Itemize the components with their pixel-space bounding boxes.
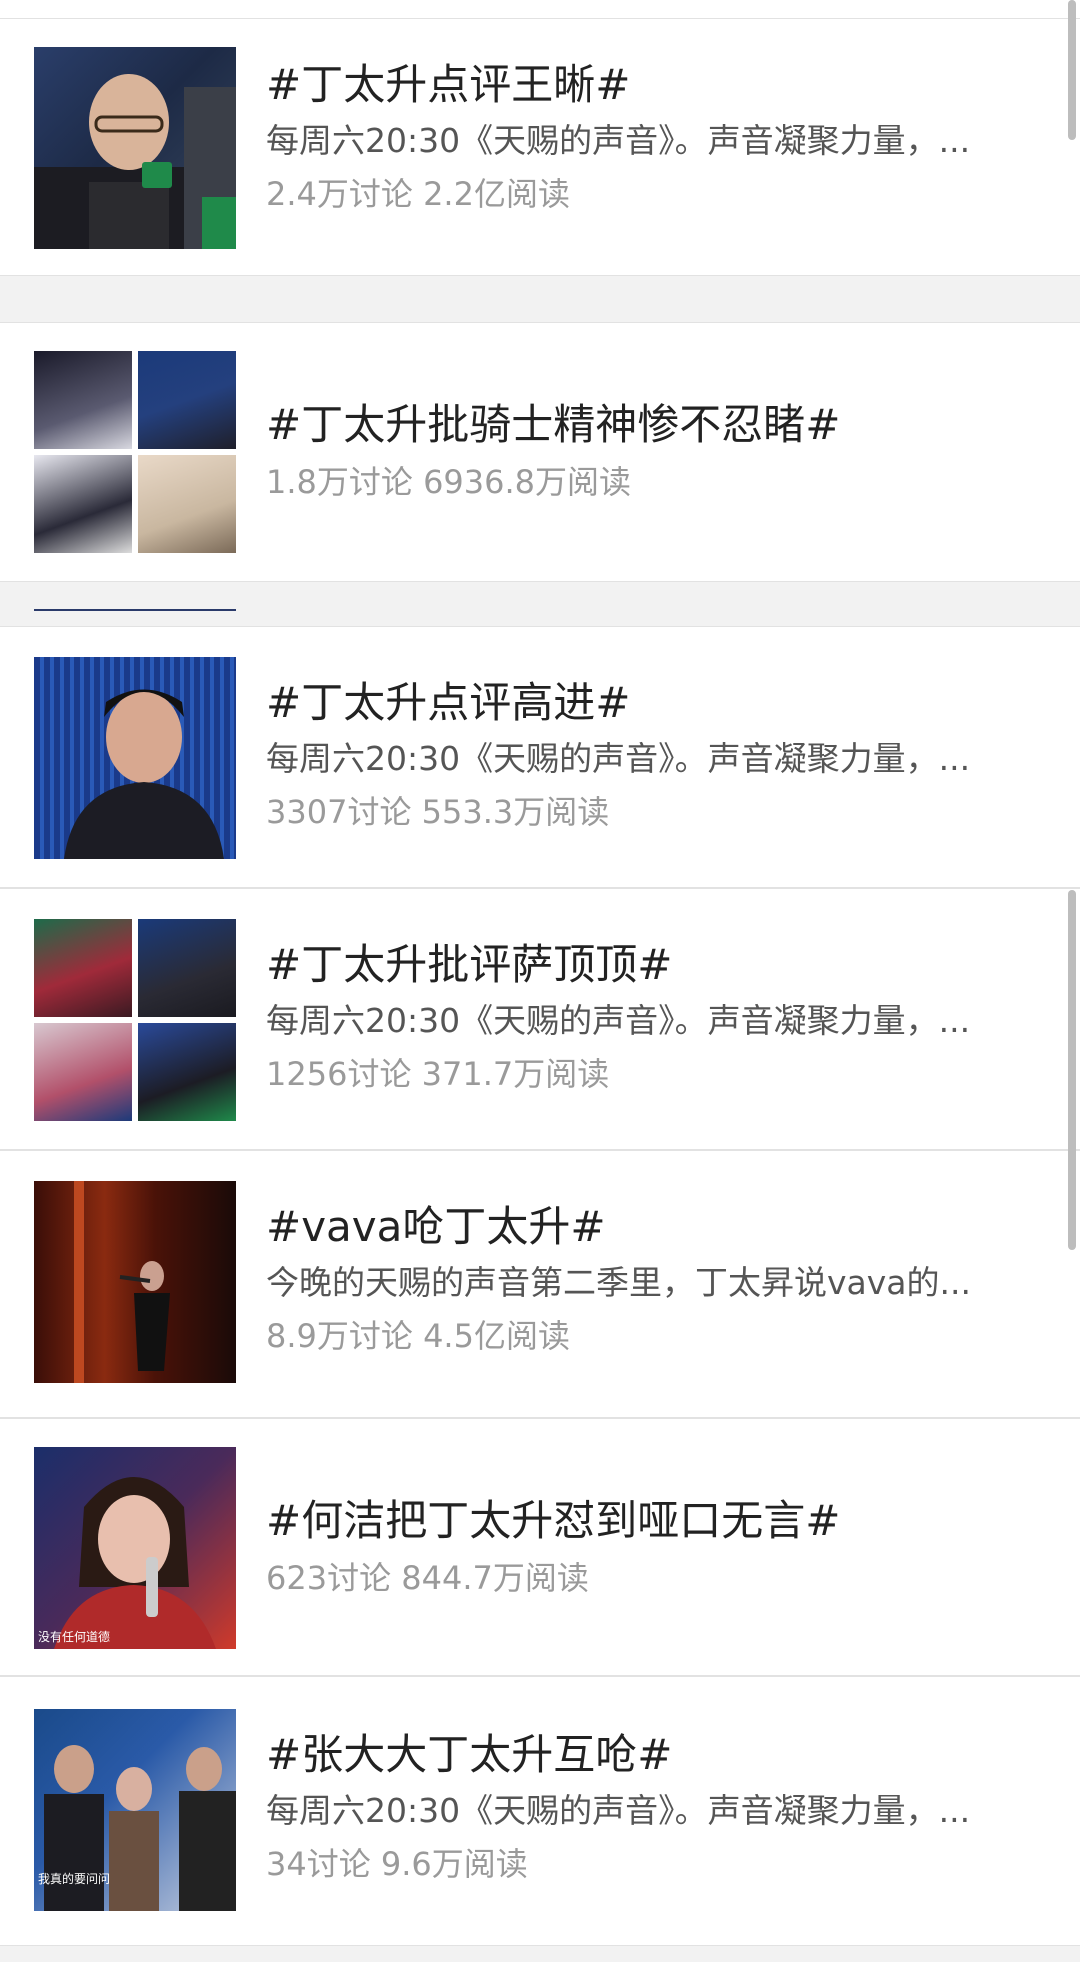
topic-thumbnail: 没有任何道德 — [34, 1447, 236, 1649]
topic-title: #丁太升点评高进# — [266, 678, 631, 727]
topic-description: 今晚的天赐的声音第二季里，丁太昇说vava的... — [266, 1263, 971, 1302]
thumbnail-caption: 没有任何道德 — [38, 1630, 111, 1644]
topic-thumbnail — [34, 657, 236, 859]
topic-thumbnail-grid — [34, 351, 236, 553]
topic-thumbnail-grid — [34, 919, 236, 1121]
topic-stats: 34讨论 9.6万阅读 — [266, 1845, 528, 1883]
top-divider — [0, 0, 1080, 19]
topic-item[interactable]: #丁太升批评萨顶顶# 每周六20:30《天赐的声音》。声音凝聚力量，... 12… — [0, 888, 1080, 1150]
topic-stats: 623讨论 844.7万阅读 — [266, 1559, 589, 1597]
topic-stats: 3307讨论 553.3万阅读 — [266, 793, 610, 831]
topic-item[interactable]: #丁太升批骑士精神惨不忍睹# 1.8万讨论 6936.8万阅读 — [0, 322, 1080, 582]
topic-item[interactable]: #vava呛丁太升# 今晚的天赐的声音第二季里，丁太昇说vava的... 8.9… — [0, 1150, 1080, 1418]
scrollbar-thumb-top[interactable] — [1068, 0, 1076, 140]
topic-description: 每周六20:30《天赐的声音》。声音凝聚力量，... — [266, 739, 971, 778]
topic-thumbnail — [34, 1181, 236, 1383]
topic-title: #何洁把丁太升怼到哑口无言# — [266, 1496, 841, 1545]
topic-description: 每周六20:30《天赐的声音》。声音凝聚力量，... — [266, 1001, 971, 1040]
topic-title: #张大大丁太升互呛# — [266, 1730, 673, 1779]
topic-description: 每周六20:30《天赐的声音》。声音凝聚力量，... — [266, 121, 971, 160]
topic-stats: 2.4万讨论 2.2亿阅读 — [266, 175, 570, 213]
topic-title: #丁太升批评萨顶顶# — [266, 940, 673, 989]
topic-title: #丁太升点评王晰# — [266, 60, 631, 109]
topic-stats: 1.8万讨论 6936.8万阅读 — [266, 463, 632, 501]
topic-stats: 1256讨论 371.7万阅读 — [266, 1055, 610, 1093]
separator-line — [34, 609, 236, 611]
topic-stats: 8.9万讨论 4.5亿阅读 — [266, 1317, 570, 1355]
scrollbar-thumb[interactable] — [1068, 890, 1076, 1250]
thumbnail-caption: 我真的要问问 — [38, 1872, 111, 1886]
topic-title: #丁太升批骑士精神惨不忍睹# — [266, 400, 841, 449]
topic-title: #vava呛丁太升# — [266, 1202, 606, 1251]
topic-thumbnail: 我真的要问问 — [34, 1709, 236, 1911]
topic-item[interactable]: 我真的要问问 #张大大丁太升互呛# 每周六20:30《天赐的声音》。声音凝聚力量… — [0, 1676, 1080, 1946]
topic-item[interactable]: #丁太升点评王晰# 每周六20:30《天赐的声音》。声音凝聚力量，... 2.4… — [0, 18, 1080, 276]
topic-item[interactable]: #丁太升点评高进# 每周六20:30《天赐的声音》。声音凝聚力量，... 330… — [0, 626, 1080, 888]
topic-thumbnail — [34, 47, 236, 249]
topic-item[interactable]: 没有任何道德 #何洁把丁太升怼到哑口无言# 623讨论 844.7万阅读 — [0, 1418, 1080, 1676]
topic-description: 每周六20:30《天赐的声音》。声音凝聚力量，... — [266, 1791, 971, 1830]
